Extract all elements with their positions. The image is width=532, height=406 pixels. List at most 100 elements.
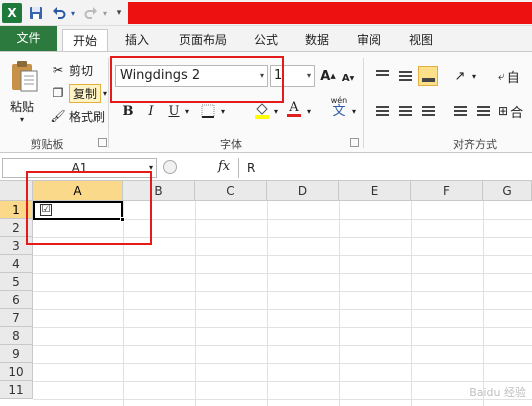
shrink-font-button[interactable]: A ▼ [341,68,355,88]
fill-color-dropdown-icon[interactable]: ▾ [272,101,280,121]
cut-button[interactable]: ✂ 剪切 [50,60,93,80]
tab-insert[interactable]: 插入 [116,29,158,51]
font-color-label: A [289,100,299,115]
gridline [33,327,532,328]
decrease-indent-icon[interactable] [450,101,470,121]
grow-font-button[interactable]: A ▲ [320,66,336,86]
shrink-font-label: A [341,72,350,84]
undo-icon[interactable] [50,4,68,22]
paste-dropdown-icon[interactable]: ▾ [20,115,24,124]
title-bar-redacted [128,2,532,24]
redo-dropdown-icon[interactable]: ▾ [100,4,110,22]
align-middle-icon[interactable] [395,66,415,86]
alignment-group-label: 对齐方式 [453,138,497,151]
row-header-9[interactable]: 9 [0,345,33,363]
merge-icon: ⊞ [498,104,509,118]
annotation-box-cell [26,171,152,245]
underline-button[interactable]: U [166,101,182,121]
gridline [339,201,340,406]
tab-page-layout[interactable]: 页面布局 [170,29,236,51]
excel-logo-icon[interactable]: X [2,3,22,23]
phonetic-button[interactable]: wén 文 [328,96,350,119]
font-color-swatch [287,114,301,117]
column-header-d[interactable]: D [267,181,339,201]
column-header-e[interactable]: E [339,181,411,201]
gridline [195,201,196,406]
insert-function-icon[interactable]: fx [218,159,230,174]
gridline [267,201,268,406]
row-header-11[interactable]: 11 [0,381,33,399]
gridline [33,399,532,400]
phonetic-char: 文 [332,104,346,119]
fill-color-icon[interactable] [252,100,272,120]
align-bottom-icon[interactable] [418,66,438,86]
formula-input[interactable]: R [238,158,532,178]
row-header-7[interactable]: 7 [0,309,33,327]
tab-review[interactable]: 审阅 [348,29,390,51]
underline-dropdown-icon[interactable]: ▾ [182,101,192,121]
copy-button[interactable]: ❐ 复制 ▾ [50,83,107,103]
row-header-4[interactable]: 4 [0,255,33,273]
format-painter-label: 格式刷 [69,109,106,124]
chevron-down-icon[interactable]: ▾ [307,66,311,86]
grow-font-label: A [320,68,331,84]
divider [363,58,364,148]
column-header-f[interactable]: F [411,181,483,201]
merge-center-button[interactable]: ⊞ 合 [498,101,532,121]
orientation-dropdown-icon[interactable]: ▾ [470,66,478,86]
customize-toolbar-icon[interactable]: ▾ [113,4,125,22]
italic-button[interactable]: I [143,101,159,121]
align-right-icon[interactable] [418,101,438,121]
merge-label: 合 [510,105,524,121]
clipboard-group-label: 剪贴板 [30,138,64,151]
orientation-icon[interactable]: ↗ [450,66,470,86]
clipboard-launcher-icon[interactable] [98,138,107,147]
paste-button[interactable]: 粘贴 [10,98,34,115]
format-painter-button[interactable]: 🖌 格式刷 [50,106,105,126]
borders-dropdown-icon[interactable]: ▾ [218,101,228,121]
save-icon[interactable] [27,4,45,22]
gridline [411,201,412,406]
cut-label: 剪切 [69,63,94,78]
formula-bar-resize-handle[interactable] [163,160,177,174]
undo-dropdown-icon[interactable]: ▾ [68,4,78,22]
font-group-label: 字体 [220,138,242,151]
borders-icon[interactable] [198,101,218,121]
tab-data[interactable]: 数据 [296,29,338,51]
gridline [33,309,532,310]
annotation-box-font [110,56,284,103]
copy-dropdown-icon[interactable]: ▾ [103,89,107,98]
watermark: Baidu 经验 [469,386,526,399]
paste-icon[interactable] [8,59,40,93]
paintbrush-icon: 🖌 [50,109,66,123]
quick-access-toolbar: X ▾ ▾ ▾ [0,0,532,26]
align-top-icon[interactable] [372,66,392,86]
tab-file[interactable]: 文件 [0,26,57,51]
row-header-6[interactable]: 6 [0,291,33,309]
phonetic-dropdown-icon[interactable]: ▾ [350,101,358,121]
row-header-5[interactable]: 5 [0,273,33,291]
scissors-icon: ✂ [52,63,64,77]
tab-view[interactable]: 视图 [400,29,442,51]
align-center-icon[interactable] [395,101,415,121]
column-header-c[interactable]: C [195,181,267,201]
column-header-g[interactable]: G [483,181,532,201]
wrap-text-label: 自 [506,70,520,86]
row-header-8[interactable]: 8 [0,327,33,345]
tab-home[interactable]: 开始 [62,29,108,51]
wrap-text-button[interactable]: ⤶ 自 [498,66,532,86]
tab-formulas[interactable]: 公式 [246,29,286,51]
gridline [33,255,532,256]
increase-indent-icon[interactable] [473,101,493,121]
font-color-dropdown-icon[interactable]: ▾ [305,101,313,121]
align-left-icon[interactable] [372,101,392,121]
gridline [483,201,484,406]
divider [108,58,109,148]
font-color-button[interactable]: A [285,99,303,119]
gridline [33,273,532,274]
redo-icon[interactable] [82,4,100,22]
font-launcher-icon[interactable] [350,138,359,147]
bold-button[interactable]: B [120,101,136,121]
ribbon-tabs: 文件 开始 插入 页面布局 公式 数据 审阅 视图 [0,26,532,51]
row-header-10[interactable]: 10 [0,363,33,381]
